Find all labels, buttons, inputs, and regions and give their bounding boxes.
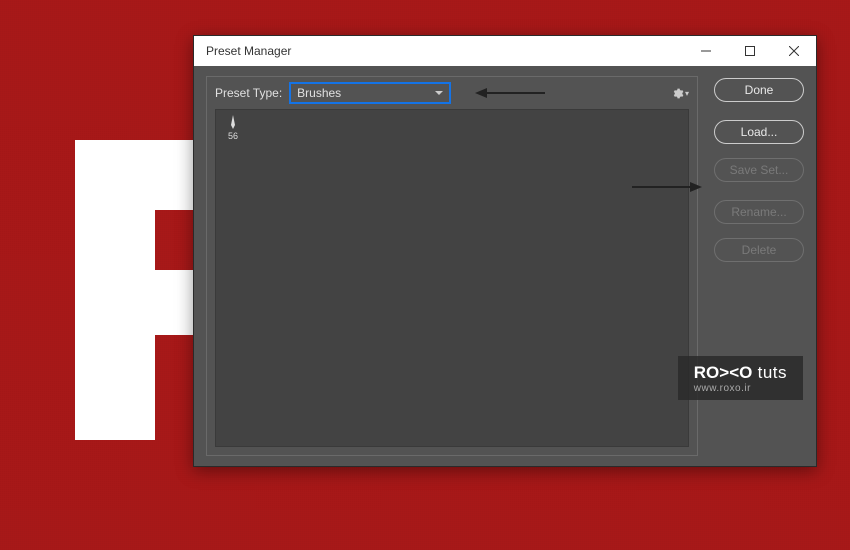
gear-icon[interactable]: ▾ <box>671 87 689 100</box>
preset-type-select[interactable]: Brushes <box>290 83 450 103</box>
gear-caret-icon: ▾ <box>685 89 689 98</box>
brush-tip-icon <box>227 115 239 129</box>
preset-fieldset: Preset Type: Brushes ▾ 56 <box>206 76 698 456</box>
brush-preset-item[interactable]: 56 <box>218 112 248 144</box>
maximize-button[interactable] <box>728 36 772 66</box>
close-button[interactable] <box>772 36 816 66</box>
preset-preview-box[interactable]: 56 <box>215 109 689 447</box>
delete-button[interactable]: Delete <box>714 238 804 262</box>
load-button[interactable]: Load... <box>714 120 804 144</box>
watermark-suffix: tuts <box>758 363 787 382</box>
brush-size-label: 56 <box>228 131 238 141</box>
preset-type-label: Preset Type: <box>215 86 282 100</box>
rename-button[interactable]: Rename... <box>714 200 804 224</box>
watermark: RO><O tuts www.roxo.ir <box>678 356 803 400</box>
top-row: Preset Type: Brushes ▾ <box>215 83 689 103</box>
left-area: Preset Type: Brushes ▾ 56 <box>206 76 698 456</box>
save-set-button[interactable]: Save Set... <box>714 158 804 182</box>
watermark-url: www.roxo.ir <box>694 383 787 394</box>
preset-type-value: Brushes <box>297 86 341 100</box>
preset-manager-dialog: Preset Manager Preset Type: Brushes <box>193 35 817 467</box>
titlebar: Preset Manager <box>194 36 816 66</box>
window-controls <box>684 36 816 66</box>
watermark-brand: RO><O <box>694 363 753 382</box>
minimize-button[interactable] <box>684 36 728 66</box>
window-title: Preset Manager <box>206 44 684 58</box>
dialog-body: Preset Type: Brushes ▾ 56 <box>194 66 816 466</box>
done-button[interactable]: Done <box>714 78 804 102</box>
